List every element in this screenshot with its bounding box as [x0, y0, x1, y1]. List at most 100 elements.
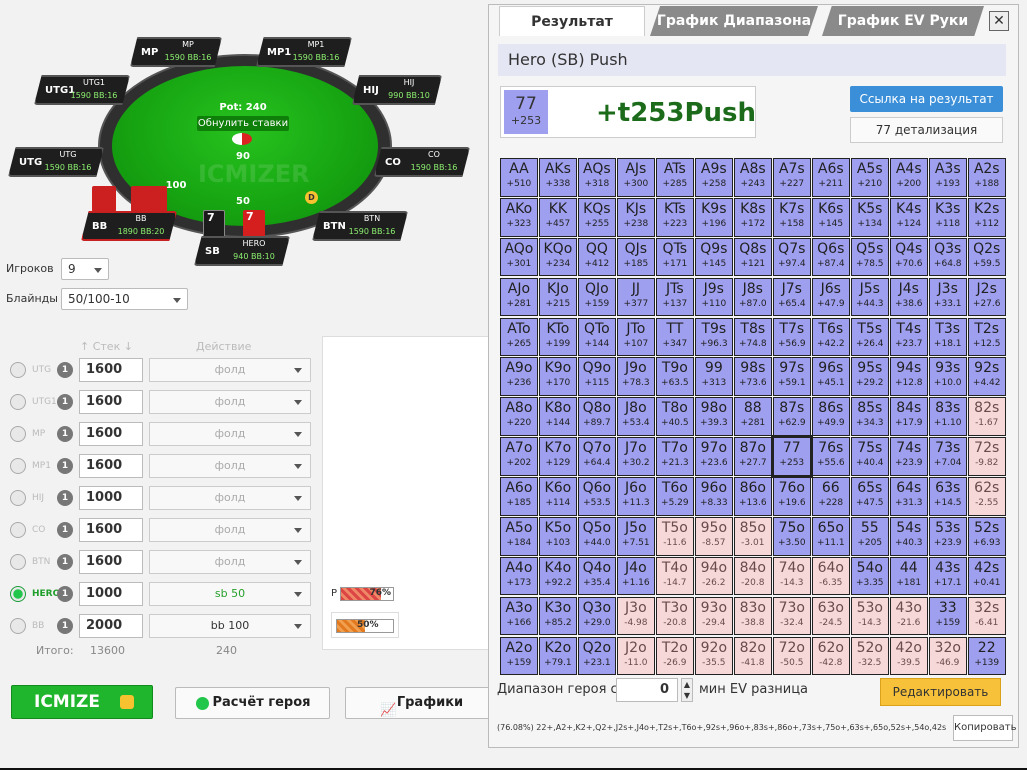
hand-cell-t2o[interactable]: T2o -26.9 — [655, 636, 694, 676]
player-count-badge[interactable]: 1 — [57, 394, 73, 410]
result-link-button[interactable]: Ссылка на результат — [850, 86, 1003, 112]
hand-cell-22[interactable]: 22 +139 — [967, 636, 1006, 676]
hand-cell-a8s[interactable]: A8s +243 — [733, 158, 772, 197]
player-stack-input[interactable]: 1600 — [79, 422, 143, 446]
hand-cell-q2o[interactable]: Q2o +23.1 — [577, 636, 616, 676]
hand-cell-qts[interactable]: QTs +171 — [655, 237, 694, 277]
hand-cell-62o[interactable]: 62o -42.8 — [811, 636, 850, 676]
player-stack-input[interactable]: 2000 — [79, 614, 143, 638]
hand-cell-76o[interactable]: 76o +19.6 — [772, 477, 811, 516]
hand-cell-43o[interactable]: 43o -21.6 — [889, 596, 928, 636]
hand-cell-85o[interactable]: 85o -3.01 — [733, 516, 772, 556]
hand-cell-q9o[interactable]: Q9o +115 — [577, 357, 616, 397]
hand-cell-82o[interactable]: 82o -41.8 — [733, 636, 772, 676]
hand-cell-j3o[interactable]: J3o -4.98 — [616, 596, 655, 636]
player-radio[interactable] — [10, 426, 26, 442]
hand-cell-qjs[interactable]: QJs +185 — [616, 237, 655, 277]
hand-cell-j7s[interactable]: J7s +65.4 — [772, 277, 811, 317]
hand-cell-72o[interactable]: 72o -50.5 — [772, 636, 811, 676]
hand-cell-73o[interactable]: 73o -32.4 — [772, 596, 811, 636]
hand-cell-k3o[interactable]: K3o +85.2 — [538, 596, 577, 636]
icmize-button[interactable]: ICMIZE — [11, 685, 153, 719]
hand-cell-q4s[interactable]: Q4s +70.6 — [889, 237, 928, 277]
hand-cell-t2s[interactable]: T2s +12.5 — [967, 317, 1006, 357]
player-count-badge[interactable]: 1 — [57, 618, 73, 634]
reset-bets-button[interactable]: Обнулить ставки — [197, 116, 289, 131]
hand-cell-k8o[interactable]: K8o +144 — [538, 397, 577, 436]
hand-cell-54o[interactable]: 54o +3.35 — [850, 556, 889, 596]
hand-cell-a4o[interactable]: A4o +173 — [500, 556, 538, 596]
hand-cell-99[interactable]: 99 +313 — [694, 357, 733, 397]
seat-mp1[interactable]: MP1 MP1 1590 BB:16 — [256, 37, 352, 67]
hand-cell-42s[interactable]: 42s +0.41 — [967, 556, 1006, 596]
hand-cell-a3o[interactable]: A3o +166 — [500, 596, 538, 636]
hand-cell-a8o[interactable]: A8o +220 — [500, 397, 538, 436]
hand-cell-q8o[interactable]: Q8o +89.7 — [577, 397, 616, 436]
player-action-select[interactable]: фолд — [149, 390, 311, 414]
player-action-select[interactable]: bb 100 — [149, 614, 311, 638]
hand-cell-j7o[interactable]: J7o +30.2 — [616, 437, 655, 476]
charts-button[interactable]: 📈 Графики — [345, 687, 495, 719]
player-stack-input[interactable]: 1000 — [79, 582, 143, 606]
hand-cell-97s[interactable]: 97s +59.1 — [772, 357, 811, 397]
hand-cell-kqo[interactable]: KQo +234 — [538, 237, 577, 277]
hand-cell-ajs[interactable]: AJs +300 — [616, 158, 655, 197]
hand-cell-t5o[interactable]: T5o -11.6 — [655, 516, 694, 556]
hand-cell-kjo[interactable]: KJo +215 — [538, 277, 577, 317]
player-stack-input[interactable]: 1600 — [79, 358, 143, 382]
hand-cell-43s[interactable]: 43s +17.1 — [928, 556, 967, 596]
hand-cell-q8s[interactable]: Q8s +121 — [733, 237, 772, 277]
hand-cell-q9s[interactable]: Q9s +145 — [694, 237, 733, 277]
min-ev-stepper[interactable]: ▲ ▼ — [681, 678, 693, 702]
hand-cell-j9o[interactable]: J9o +78.3 — [616, 357, 655, 397]
hand-cell-92o[interactable]: 92o -35.5 — [694, 636, 733, 676]
hand-cell-94s[interactable]: 94s +12.8 — [889, 357, 928, 397]
player-radio[interactable] — [10, 554, 26, 570]
hand-cell-63o[interactable]: 63o -24.5 — [811, 596, 850, 636]
hand-cell-j3s[interactable]: J3s +33.1 — [928, 277, 967, 317]
hand-cell-k6o[interactable]: K6o +114 — [538, 477, 577, 516]
hand-cell-q6s[interactable]: Q6s +87.4 — [811, 237, 850, 277]
player-action-select[interactable]: фолд — [149, 550, 311, 574]
hand-cell-a9o[interactable]: A9o +236 — [500, 357, 538, 397]
player-action-select[interactable]: фолд — [149, 486, 311, 510]
hand-cell-77[interactable]: 77 +253 — [770, 435, 813, 478]
hand-cell-88[interactable]: 88 +281 — [733, 397, 772, 436]
hand-cell-j5o[interactable]: J5o +7.51 — [616, 516, 655, 556]
hand-cell-85s[interactable]: 85s +34.3 — [850, 397, 889, 436]
hand-cell-aa[interactable]: AA +510 — [500, 158, 538, 197]
hand-cell-kto[interactable]: KTo +199 — [538, 317, 577, 357]
hand-cell-ajo[interactable]: AJo +281 — [500, 277, 538, 317]
hand-cell-44[interactable]: 44 +181 — [889, 556, 928, 596]
seat-hero-sb[interactable]: SB HERO 940 BB:10 — [194, 236, 290, 266]
hand-cell-52o[interactable]: 52o -32.5 — [850, 636, 889, 676]
player-radio[interactable] — [10, 586, 26, 602]
hand-cell-95s[interactable]: 95s +29.2 — [850, 357, 889, 397]
hand-cell-j2o[interactable]: J2o -11.0 — [616, 636, 655, 676]
player-stack-input[interactable]: 1600 — [79, 454, 143, 478]
hand-cell-32o[interactable]: 32o -46.9 — [928, 636, 967, 676]
hand-cell-t9s[interactable]: T9s +96.3 — [694, 317, 733, 357]
tab-range-chart[interactable]: График Диапазона — [650, 6, 818, 36]
hand-cell-87o[interactable]: 87o +27.7 — [733, 437, 772, 476]
hand-cell-k2o[interactable]: K2o +79.1 — [538, 636, 577, 676]
player-radio[interactable] — [10, 490, 26, 506]
hand-cell-k6s[interactable]: K6s +145 — [811, 197, 850, 237]
hand-cell-t9o[interactable]: T9o +63.5 — [655, 357, 694, 397]
hand-cell-a6s[interactable]: A6s +211 — [811, 158, 850, 197]
hand-cell-a6o[interactable]: A6o +185 — [500, 477, 538, 516]
hand-cell-jts[interactable]: JTs +137 — [655, 277, 694, 317]
edit-button[interactable]: Редактировать — [880, 678, 1001, 706]
player-radio[interactable] — [10, 394, 26, 410]
player-action-select[interactable]: фолд — [149, 518, 311, 542]
hand-cell-84o[interactable]: 84o -20.8 — [733, 556, 772, 596]
hand-cell-83o[interactable]: 83o -38.8 — [733, 596, 772, 636]
hand-cell-ato[interactable]: ATo +265 — [500, 317, 538, 357]
hand-cell-k3s[interactable]: K3s +118 — [928, 197, 967, 237]
tab-result[interactable]: Результат — [499, 6, 645, 36]
hand-cell-aqo[interactable]: AQo +301 — [500, 237, 538, 277]
hand-cell-98s[interactable]: 98s +73.6 — [733, 357, 772, 397]
hand-cell-k9o[interactable]: K9o +170 — [538, 357, 577, 397]
hand-cell-q3s[interactable]: Q3s +64.8 — [928, 237, 967, 277]
seat-mp[interactable]: MP MP 1590 BB:16 — [130, 37, 222, 67]
